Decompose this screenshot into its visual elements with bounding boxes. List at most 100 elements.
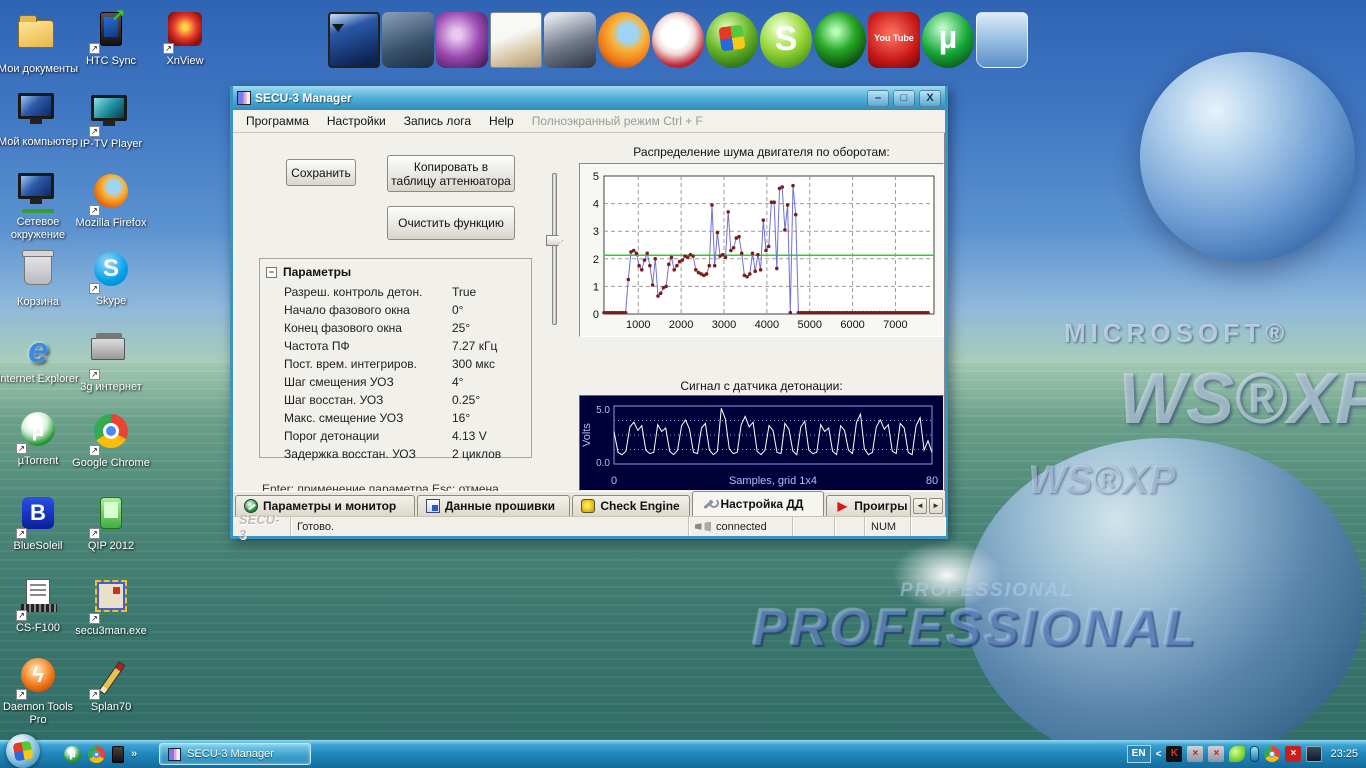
tray-indicator-icon[interactable] bbox=[1250, 746, 1259, 762]
menu-programma[interactable]: Программа bbox=[237, 111, 318, 131]
shortcut-arrow-icon: ↗ bbox=[89, 613, 100, 624]
desktop-icon-3g-internet[interactable]: ↗ 3g интернет bbox=[68, 330, 154, 394]
param-row[interactable]: Пост. врем. интегриров.300 мкс bbox=[260, 355, 531, 373]
desktop-icon-firefox[interactable]: ↗ Mozilla Firefox bbox=[68, 172, 154, 230]
knock-signal-chart: 5.00.0Volts0Samples, grid 1x480 bbox=[580, 396, 943, 490]
tab-player[interactable]: ▶ Проигры bbox=[826, 495, 911, 516]
maximize-button[interactable]: □ bbox=[893, 90, 915, 107]
menu-help[interactable]: Help bbox=[480, 111, 523, 131]
param-row[interactable]: Шаг смещения УОЗ4° bbox=[260, 373, 531, 391]
param-row[interactable]: Начало фазового окна0° bbox=[260, 301, 531, 319]
slider-track[interactable] bbox=[552, 173, 557, 325]
param-row[interactable]: Макс. смещение УОЗ16° bbox=[260, 409, 531, 427]
dock-my-computer-icon[interactable] bbox=[328, 12, 380, 68]
shortcut-arrow-icon: ↗ bbox=[89, 689, 100, 700]
quicklaunch-overflow-chevron[interactable]: » bbox=[131, 748, 137, 760]
desktop-icon-qip[interactable]: ↗ QIP 2012 bbox=[68, 494, 154, 553]
collapse-expander-icon[interactable]: − bbox=[266, 267, 277, 278]
dock: S You Tube µ bbox=[328, 6, 1028, 68]
window-titlebar[interactable]: SECU-3 Manager – □ X bbox=[233, 86, 945, 110]
param-row[interactable]: Конец фазового окна25° bbox=[260, 319, 531, 337]
desktop-icon-chrome[interactable]: ↗ Google Chrome bbox=[68, 412, 154, 470]
param-label: Шаг смещения УОЗ bbox=[284, 374, 452, 390]
tray-collapse-chevron[interactable]: < bbox=[1156, 749, 1162, 760]
param-row[interactable]: Задержка восстан. УОЗ2 циклов bbox=[260, 445, 531, 463]
param-value[interactable]: 0.25° bbox=[452, 392, 525, 408]
svg-text:5: 5 bbox=[593, 171, 599, 183]
param-value[interactable]: 4.13 V bbox=[452, 428, 525, 444]
dock-photos-icon[interactable] bbox=[490, 12, 542, 68]
tray-qip-leaf-icon[interactable] bbox=[1229, 746, 1245, 762]
dock-recycle-bin-icon[interactable] bbox=[976, 12, 1028, 68]
menu-nastroyki[interactable]: Настройки bbox=[318, 111, 395, 131]
threshold-slider[interactable] bbox=[544, 173, 564, 325]
shortcut-arrow-icon: ↗ bbox=[163, 43, 174, 54]
my-computer-icon bbox=[18, 93, 54, 119]
dock-camcorder-icon[interactable] bbox=[544, 12, 596, 68]
param-label: Шаг восстан. УОЗ bbox=[284, 392, 452, 408]
modem-icon bbox=[91, 338, 125, 360]
dock-briefcase-icon[interactable] bbox=[382, 12, 434, 68]
tab-firmware-data[interactable]: Данные прошивки bbox=[417, 495, 570, 516]
dock-windows-icon[interactable] bbox=[706, 12, 758, 68]
copy-to-attenuator-button[interactable]: Копировать в таблицу аттенюатора bbox=[387, 155, 515, 192]
desktop-icon-secu3man[interactable]: ↗ secu3man.exe bbox=[68, 578, 154, 638]
gauge-icon bbox=[244, 499, 258, 513]
minimize-button[interactable]: – bbox=[867, 90, 889, 107]
menu-zapis-loga[interactable]: Запись лога bbox=[395, 111, 480, 131]
desktop-icon-iptv-player[interactable]: ↗ IP-TV Player bbox=[68, 92, 154, 151]
tray-sound-muted-icon[interactable]: × bbox=[1208, 746, 1224, 762]
param-value[interactable]: 25° bbox=[452, 320, 525, 336]
param-value[interactable]: 300 мкс bbox=[452, 356, 525, 372]
tray-network-disconnected-icon[interactable]: × bbox=[1187, 746, 1203, 762]
tray-display-icon[interactable] bbox=[1306, 746, 1322, 762]
param-row[interactable]: Частота ПФ7.27 кГц bbox=[260, 337, 531, 355]
desktop-icon-skype[interactable]: S↗ Skype bbox=[68, 250, 154, 308]
language-indicator[interactable]: EN bbox=[1127, 745, 1151, 763]
param-value[interactable]: True bbox=[452, 284, 525, 300]
quicklaunch-utorrent-icon[interactable]: µ bbox=[64, 746, 81, 763]
internet-explorer-icon: e bbox=[18, 330, 58, 370]
slider-thumb[interactable] bbox=[546, 235, 563, 246]
tray-kaspersky-icon[interactable]: K bbox=[1166, 746, 1182, 762]
svg-text:0: 0 bbox=[593, 309, 599, 321]
param-value[interactable]: 4° bbox=[452, 374, 525, 390]
dock-opera-icon[interactable] bbox=[652, 12, 704, 68]
firefox-icon bbox=[94, 174, 128, 208]
desktop-icon-xnview[interactable]: ↗ XnView bbox=[142, 10, 228, 68]
param-value[interactable]: 16° bbox=[452, 410, 525, 426]
tab-scroll-right-button[interactable]: ► bbox=[929, 498, 943, 514]
param-value[interactable]: 7.27 кГц bbox=[452, 338, 525, 354]
dock-skype-icon[interactable]: S bbox=[760, 12, 812, 68]
close-button[interactable]: X bbox=[919, 90, 941, 107]
dock-firefox-icon[interactable] bbox=[598, 12, 650, 68]
dock-music-icon[interactable] bbox=[436, 12, 488, 68]
desktop-icon-splan[interactable]: ↗ Splan70 bbox=[68, 658, 154, 714]
param-label: Частота ПФ bbox=[284, 338, 452, 354]
param-row[interactable]: Шаг восстан. УОЗ0.25° bbox=[260, 391, 531, 409]
svg-text:5000: 5000 bbox=[797, 319, 821, 331]
tab-scroll-left-button[interactable]: ◄ bbox=[913, 498, 927, 514]
tray-chrome-icon[interactable] bbox=[1264, 746, 1280, 762]
svg-text:0: 0 bbox=[611, 475, 617, 487]
clear-function-button[interactable]: Очистить функцию bbox=[387, 206, 515, 240]
quicklaunch-phone-icon[interactable] bbox=[112, 746, 124, 763]
tray-stop-icon[interactable]: × bbox=[1285, 746, 1301, 762]
shortcut-arrow-icon: ↗ bbox=[16, 689, 27, 700]
param-row[interactable]: Порог детонации4.13 V bbox=[260, 427, 531, 445]
tab-check-engine[interactable]: Check Engine bbox=[572, 495, 690, 516]
taskbar-button-secu3[interactable]: SECU-3 Manager bbox=[159, 743, 311, 765]
dock-network-globe-icon[interactable] bbox=[814, 12, 866, 68]
dock-youtube-icon[interactable]: You Tube bbox=[868, 12, 920, 68]
quicklaunch-chrome-icon[interactable] bbox=[88, 746, 105, 763]
status-connection: connected bbox=[689, 517, 793, 536]
dock-utorrent-icon[interactable]: µ bbox=[922, 12, 974, 68]
param-value[interactable]: 2 циклов bbox=[452, 446, 525, 462]
save-button[interactable]: Сохранить bbox=[286, 159, 356, 186]
param-row[interactable]: Разреш. контроль детон.True bbox=[260, 283, 531, 301]
param-value[interactable]: 0° bbox=[452, 302, 525, 318]
start-button[interactable] bbox=[6, 734, 40, 768]
tab-knock-settings[interactable]: Настройка ДД bbox=[692, 491, 824, 516]
svg-text:Samples, grid 1x4: Samples, grid 1x4 bbox=[729, 475, 817, 487]
status-blank-2 bbox=[835, 517, 865, 536]
